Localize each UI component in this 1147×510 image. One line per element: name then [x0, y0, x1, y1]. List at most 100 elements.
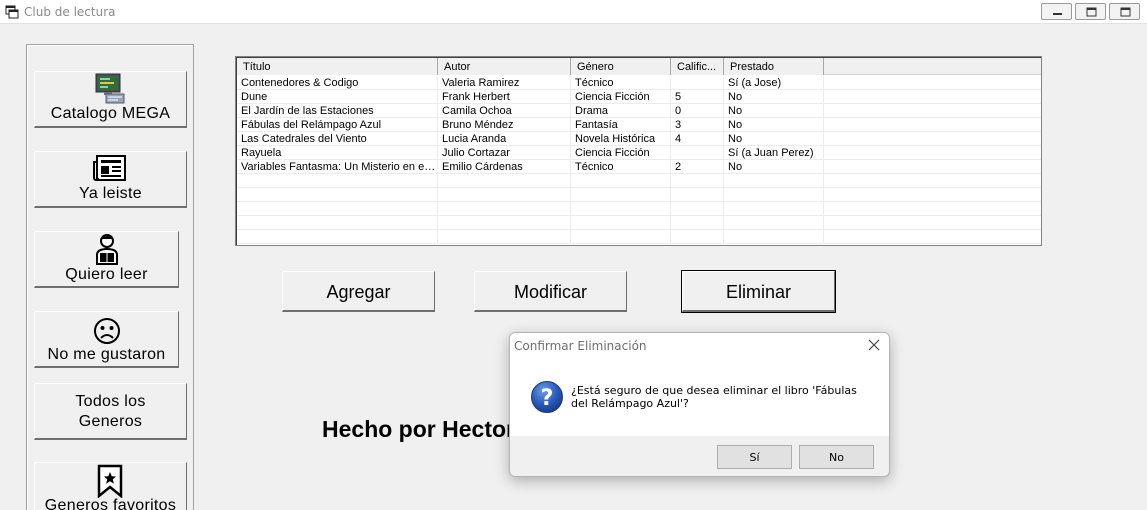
- sidebar-item-label: Generos favoritos: [44, 497, 177, 510]
- no-button[interactable]: No: [799, 445, 874, 469]
- column-header-titulo[interactable]: Título: [237, 58, 438, 75]
- table-row: [237, 188, 1041, 202]
- table-row: [237, 216, 1041, 230]
- books-table[interactable]: Título Autor Género Calific... Prestado …: [235, 56, 1042, 246]
- delete-button[interactable]: Eliminar: [681, 270, 836, 313]
- table-cell: [824, 76, 1041, 90]
- table-body: Contenedores & Codigo Valeria Ramirez Técn…: [237, 76, 1041, 245]
- app-icon: [5, 5, 19, 19]
- table-cell: Las Catedrales del Viento: [237, 132, 438, 146]
- dialog-body: ? ¿Está seguro de que desea eliminar el …: [510, 357, 889, 436]
- table-cell: 3: [671, 118, 724, 132]
- dialog-close-icon[interactable]: [866, 337, 882, 353]
- table-cell: [824, 230, 1041, 244]
- table-row[interactable]: Dune Frank Herbert Ciencia Ficción 5 No: [237, 90, 1041, 104]
- edit-button[interactable]: Modificar: [474, 271, 627, 312]
- table-cell: Emilio Cárdenas: [438, 160, 571, 174]
- table-cell: Lucia Aranda: [438, 132, 571, 146]
- table-cell: [824, 160, 1041, 174]
- table-cell: 4: [671, 132, 724, 146]
- column-header-prestado[interactable]: Prestado: [724, 58, 824, 75]
- table-cell: [237, 174, 438, 188]
- table-row[interactable]: El Jardín de las Estaciones Camila Ochoa D…: [237, 104, 1041, 118]
- table-cell: Drama: [571, 104, 671, 118]
- sidebar-item-generos-favoritos[interactable]: Generos favoritos: [34, 462, 187, 510]
- table-cell: [824, 132, 1041, 146]
- table-cell: [438, 174, 571, 188]
- sidebar-item-label-line1: Todos los: [75, 393, 146, 410]
- yes-button[interactable]: Sí: [717, 445, 792, 469]
- add-button[interactable]: Agregar: [282, 271, 435, 312]
- table-row: [237, 202, 1041, 216]
- sidebar-item-no-me-gustaron[interactable]: No me gustaron: [34, 311, 179, 368]
- table-cell: [671, 216, 724, 230]
- sidebar-item-label: No me gustaron: [47, 346, 166, 363]
- table-cell: [724, 230, 824, 244]
- dialog-message: ¿Está seguro de que desea eliminar el li…: [571, 384, 857, 410]
- table-cell: [438, 202, 571, 216]
- table-cell: [237, 216, 438, 230]
- table-cell: Dune: [237, 90, 438, 104]
- column-header-genero[interactable]: Género: [571, 58, 671, 75]
- table-cell: 5: [671, 90, 724, 104]
- sidebar-item-label: Ya leiste: [79, 185, 142, 202]
- column-header-calificacion[interactable]: Calific...: [671, 58, 724, 75]
- table-cell: [724, 216, 824, 230]
- table-cell: Novela Histórica: [571, 132, 671, 146]
- table-header: Título Autor Género Calific... Prestado: [237, 58, 1041, 75]
- table-cell: [824, 104, 1041, 118]
- table-cell: [571, 230, 671, 244]
- sidebar-item-quiero-leer[interactable]: Quiero leer: [34, 231, 179, 288]
- sidebar-item-ya-leiste[interactable]: Ya leiste: [34, 151, 187, 208]
- maximize-button[interactable]: [1075, 3, 1106, 20]
- reader-icon: [96, 234, 118, 265]
- table-cell: [671, 202, 724, 216]
- table-cell: [824, 90, 1041, 104]
- table-row[interactable]: Fábulas del Relámpago Azul Bruno Méndez Fa…: [237, 118, 1041, 132]
- table-row[interactable]: Contenedores & Codigo Valeria Ramirez Técn…: [237, 76, 1041, 90]
- table-cell: [571, 202, 671, 216]
- table-cell: [824, 202, 1041, 216]
- confirm-delete-dialog: Confirmar Eliminación ? ¿Está seguro de …: [509, 332, 890, 477]
- table-cell: [824, 174, 1041, 188]
- table-cell: [671, 174, 724, 188]
- table-cell: Camila Ochoa: [438, 104, 571, 118]
- table-row[interactable]: Rayuela Julio Cortazar Ciencia Ficción Sí (…: [237, 146, 1041, 160]
- table-cell: Técnico: [571, 76, 671, 90]
- table-cell: [724, 202, 824, 216]
- table-cell: [237, 230, 438, 244]
- table-cell: Bruno Méndez: [438, 118, 571, 132]
- table-cell: [438, 188, 571, 202]
- table-cell: [824, 216, 1041, 230]
- table-cell: [724, 174, 824, 188]
- table-cell: Sí (a Jose): [724, 76, 824, 90]
- table-cell: [724, 188, 824, 202]
- close-icon: [1120, 7, 1131, 17]
- title-bar: Club de lectura: [0, 0, 1147, 24]
- table-cell: Contenedores & Codigo: [237, 76, 438, 90]
- column-header-autor[interactable]: Autor: [438, 58, 571, 75]
- sidebar-item-catalogo-mega[interactable]: Catalogo MEGA: [34, 71, 187, 128]
- table-cell: [438, 216, 571, 230]
- table-cell: [237, 202, 438, 216]
- window-title: Club de lectura: [24, 5, 116, 19]
- sad-face-icon: [94, 318, 120, 344]
- table-cell: [571, 174, 671, 188]
- table-row[interactable]: Las Catedrales del Viento Lucia Aranda Nov…: [237, 132, 1041, 146]
- minimize-button[interactable]: [1041, 3, 1072, 20]
- table-cell: No: [724, 160, 824, 174]
- table-cell: 2: [671, 160, 724, 174]
- table-row: [237, 174, 1041, 188]
- table-row[interactable]: Variables Fantasma: Un Misterio en el Có…: [237, 160, 1041, 174]
- table-cell: [824, 146, 1041, 160]
- minimize-icon: [1053, 13, 1062, 15]
- table-cell: [824, 118, 1041, 132]
- close-button[interactable]: [1109, 3, 1140, 20]
- made-by-label: Hecho por Hector: [322, 416, 515, 442]
- newspaper-icon: [93, 155, 126, 181]
- sidebar-item-todos-los-generos[interactable]: Todos los Generos: [34, 383, 187, 440]
- dialog-title-bar: Confirmar Eliminación: [510, 333, 889, 357]
- sidebar-item-label-line2: Generos: [78, 413, 143, 430]
- table-cell: Fábulas del Relámpago Azul: [237, 118, 438, 132]
- table-cell: El Jardín de las Estaciones: [237, 104, 438, 118]
